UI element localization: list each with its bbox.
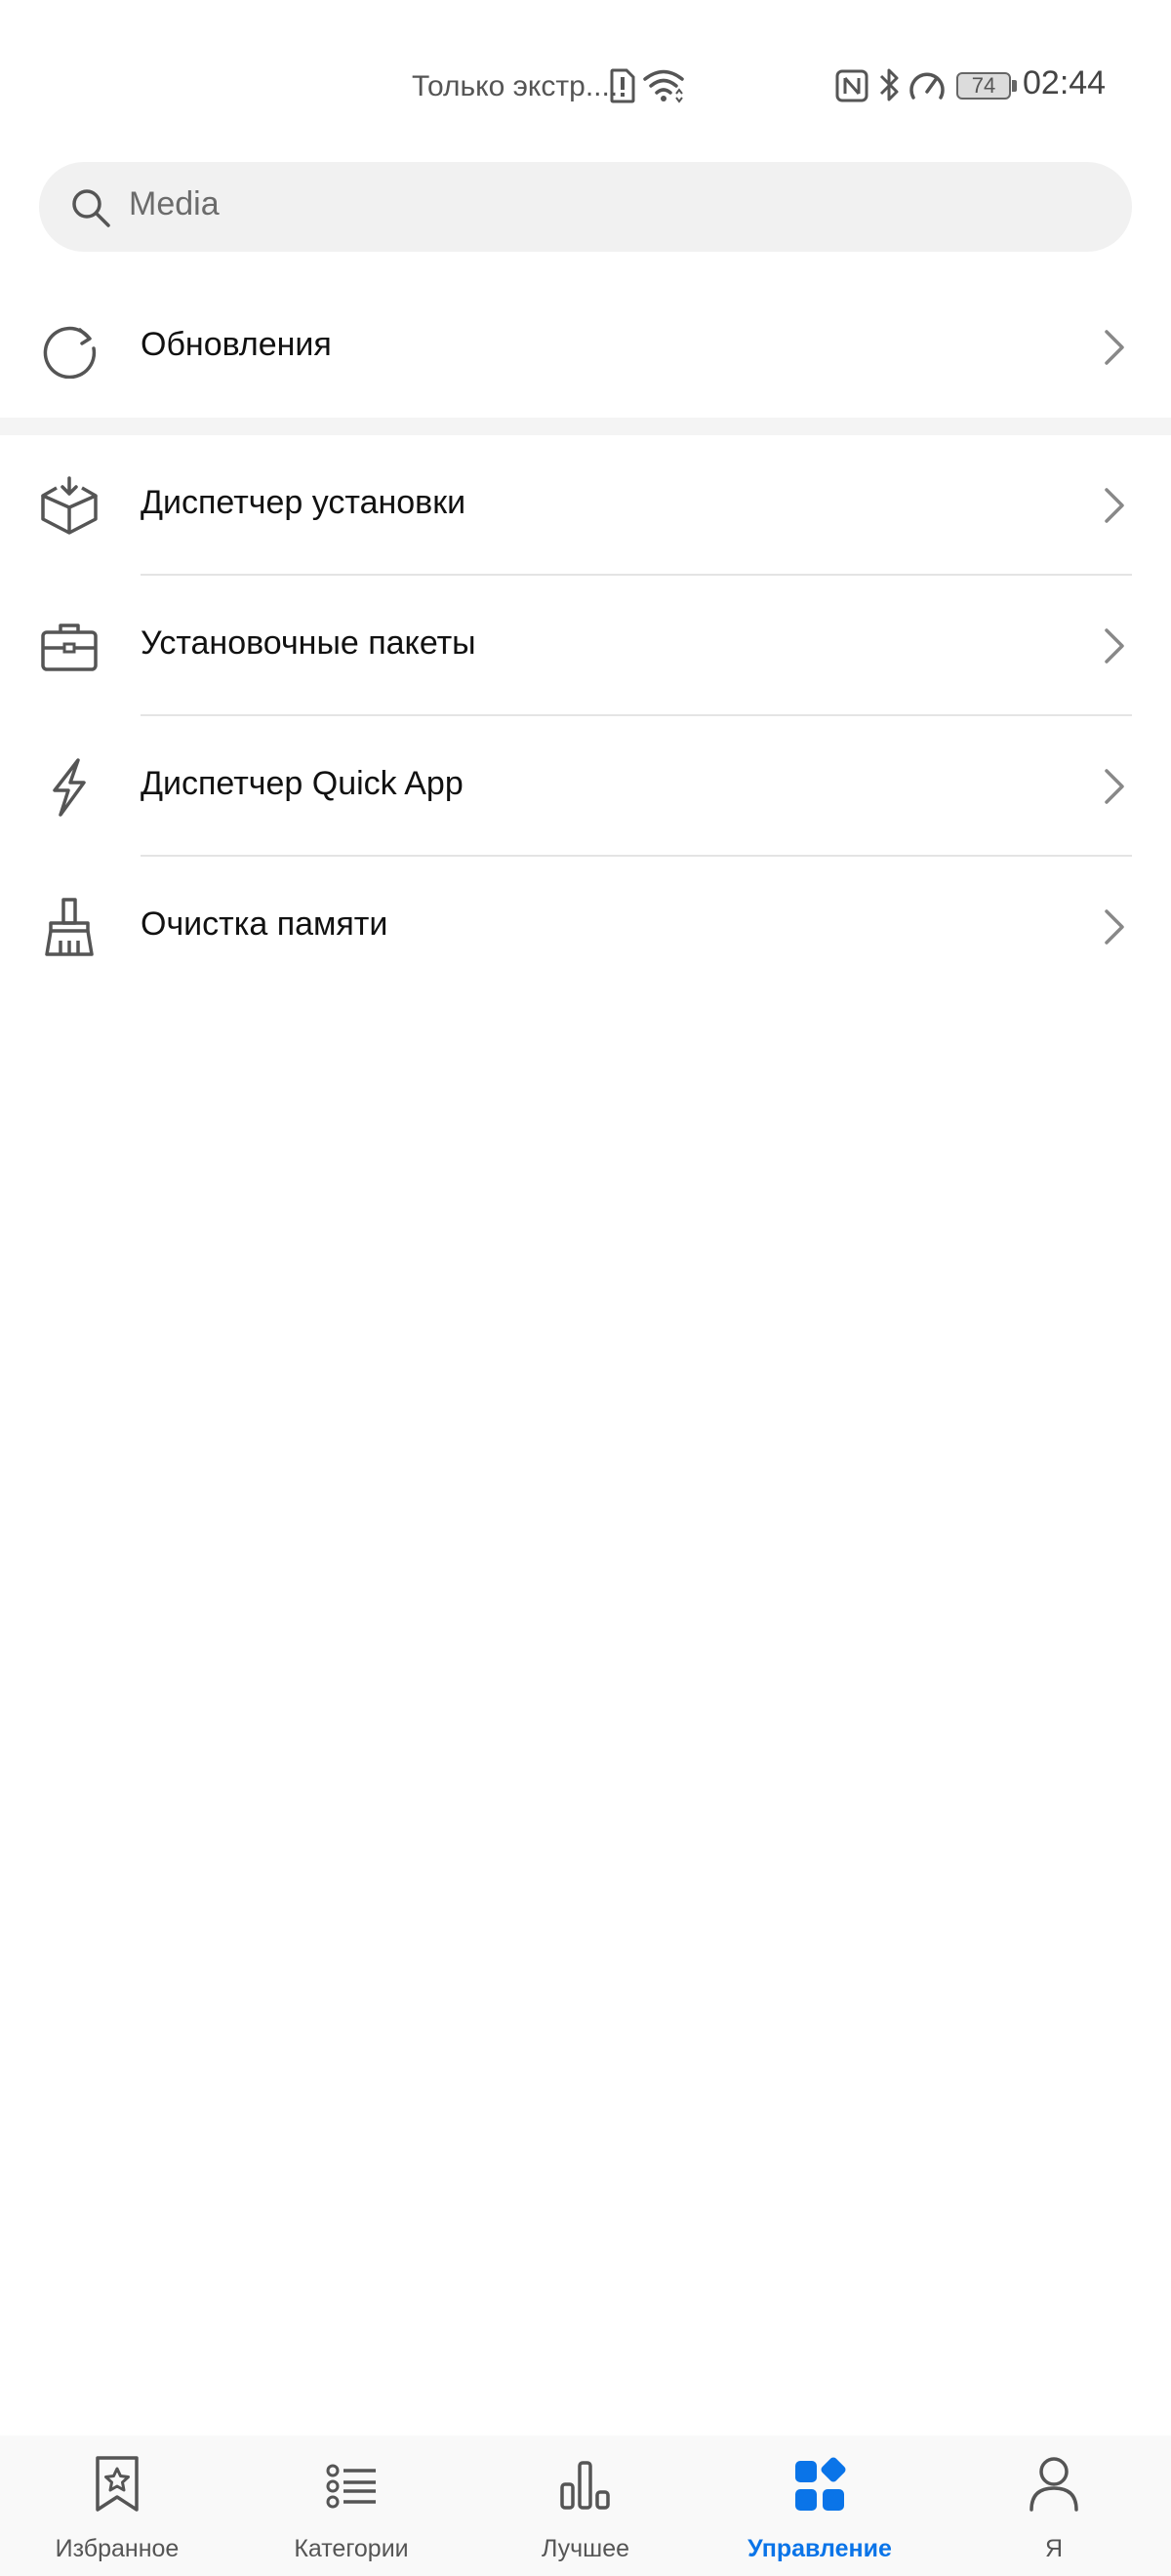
app-manage-screen: Только экстр.... 74 02:44 Media Обновлен…	[0, 0, 1171, 2576]
clock: 02:44	[1023, 64, 1107, 101]
briefcase-icon	[41, 624, 98, 671]
carrier-text: Только экстр....	[412, 70, 619, 102]
list-icon	[326, 2464, 376, 2509]
sim-alert-icon	[610, 68, 635, 103]
menu-item-label: Установочные пакеты	[141, 624, 476, 662]
status-bar: Только экстр.... 74 02:44	[0, 0, 1171, 146]
chevron-right-icon	[1105, 628, 1124, 664]
nav-label: Управление	[747, 2535, 892, 2562]
person-icon	[1030, 2457, 1078, 2512]
search-icon	[72, 189, 110, 227]
menu-item-install-manager[interactable]: Диспетчер установки	[0, 435, 1171, 576]
battery-tip	[1012, 80, 1017, 92]
nav-label: Избранное	[55, 2535, 180, 2562]
nav-item-profile[interactable]: Я	[937, 2435, 1171, 2576]
menu-item-label: Диспетчер установки	[141, 484, 466, 521]
search-input-text[interactable]: Media	[129, 185, 220, 223]
battery-indicator: 74	[956, 72, 1011, 100]
nav-label: Я	[1044, 2535, 1064, 2562]
bar-chart-icon	[560, 2461, 610, 2510]
nav-label: Категории	[294, 2535, 409, 2562]
wifi-icon	[643, 69, 684, 103]
chevron-right-icon	[1105, 488, 1124, 523]
lightning-icon	[53, 758, 86, 817]
chevron-right-icon	[1105, 330, 1124, 365]
menu-item-label: Обновления	[141, 326, 332, 363]
search-bar[interactable]: Media	[39, 162, 1132, 252]
bluetooth-icon	[879, 68, 899, 101]
bottom-navigation: Избранное Категории Лучшее Управление Я	[0, 2435, 1171, 2576]
section-divider	[0, 418, 1171, 435]
menu-item-updates[interactable]: Обновления	[0, 277, 1171, 418]
chevron-right-icon	[1105, 769, 1124, 804]
battery-level: 74	[971, 73, 996, 98]
nav-item-manage[interactable]: Управление	[703, 2435, 937, 2576]
box-download-icon	[41, 476, 98, 535]
nav-item-favorites[interactable]: Избранное	[0, 2435, 234, 2576]
apps-grid-icon	[795, 2457, 846, 2511]
nav-item-top[interactable]: Лучшее	[468, 2435, 703, 2576]
nav-item-categories[interactable]: Категории	[234, 2435, 468, 2576]
menu-item-memory-cleanup[interactable]: Очистка памяти	[0, 857, 1171, 997]
refresh-icon	[43, 326, 97, 379]
nav-label: Лучшее	[541, 2535, 630, 2562]
menu-item-label: Диспетчер Quick App	[141, 765, 464, 802]
broom-icon	[45, 898, 94, 956]
chevron-right-icon	[1105, 909, 1124, 945]
menu-item-install-packages[interactable]: Установочные пакеты	[0, 576, 1171, 716]
menu-item-quick-app-manager[interactable]: Диспетчер Quick App	[0, 716, 1171, 857]
menu-item-label: Очистка памяти	[141, 906, 388, 943]
star-bookmark-icon	[96, 2456, 139, 2512]
nfc-icon	[835, 69, 868, 102]
speedometer-icon	[909, 72, 945, 100]
